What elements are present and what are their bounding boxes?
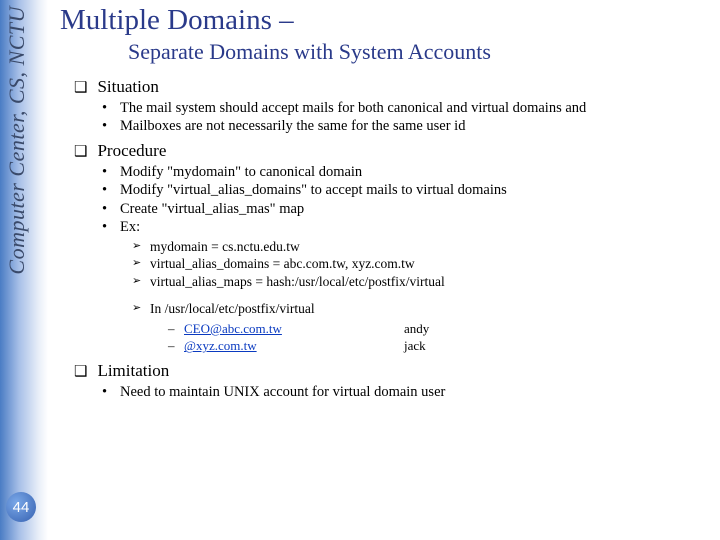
procedure-item: Ex: <box>120 218 712 236</box>
slide-content: Multiple Domains – Separate Domains with… <box>60 4 712 407</box>
mapping-user: jack <box>404 337 426 355</box>
heading-procedure: Procedure <box>74 141 712 161</box>
procedure-sub-item: virtual_alias_maps = hash:/usr/local/etc… <box>150 273 712 291</box>
mapping-user: andy <box>404 320 429 338</box>
procedure-item: Create "virtual_alias_mas" map <box>120 200 712 218</box>
slide-title: Multiple Domains – <box>60 4 712 37</box>
mapping-address: @xyz.com.tw <box>184 338 257 353</box>
sidebar: Computer Center, CS, NCTU 44 <box>0 0 48 540</box>
mapping-address: CEO@abc.com.tw <box>184 321 282 336</box>
procedure-sub-item: virtual_alias_domains = abc.com.tw, xyz.… <box>150 255 712 273</box>
procedure-item: Modify "mydomain" to canonical domain <box>120 163 712 181</box>
procedure-file-path: In /usr/local/etc/postfix/virtual <box>150 300 712 318</box>
heading-limitation: Limitation <box>74 361 712 381</box>
sidebar-label: Computer Center, CS, NCTU <box>4 6 30 275</box>
situation-item: Mailboxes are not necessarily the same f… <box>120 117 712 135</box>
procedure-sub-item: mydomain = cs.nctu.edu.tw <box>150 238 712 256</box>
slide-subtitle: Separate Domains with System Accounts <box>128 39 712 65</box>
mapping-row: @xyz.com.tw jack <box>184 337 712 355</box>
section-situation: Situation The mail system should accept … <box>74 77 712 135</box>
section-procedure: Procedure Modify "mydomain" to canonical… <box>74 141 712 355</box>
limitation-item: Need to maintain UNIX account for virtua… <box>120 383 712 401</box>
heading-situation: Situation <box>74 77 712 97</box>
page-number-badge: 44 <box>6 492 36 522</box>
section-limitation: Limitation Need to maintain UNIX account… <box>74 361 712 401</box>
mapping-row: CEO@abc.com.tw andy <box>184 320 712 338</box>
procedure-item: Modify "virtual_alias_domains" to accept… <box>120 181 712 199</box>
situation-item: The mail system should accept mails for … <box>120 99 712 117</box>
